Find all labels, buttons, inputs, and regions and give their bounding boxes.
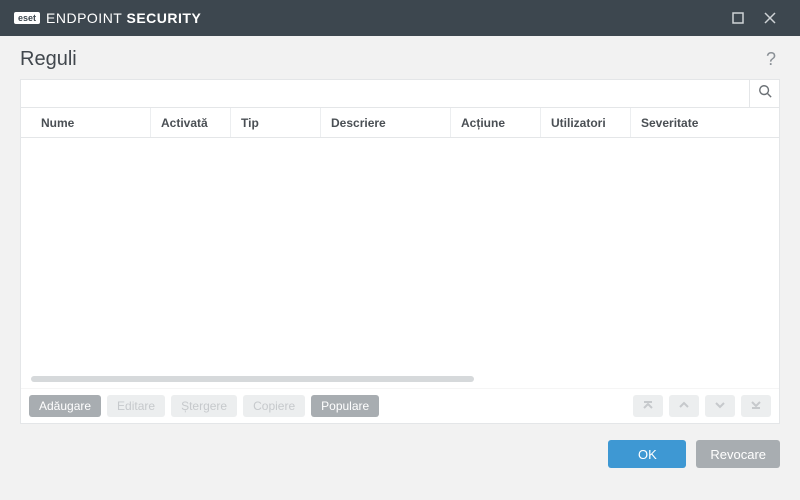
table-body [21, 138, 779, 388]
rules-toolbar: Adăugare Editare Ștergere Copiere Popula… [21, 388, 779, 423]
table-header: Nume Activată Tip Descriere Acțiune Util… [21, 108, 779, 138]
chevron-down-icon [714, 399, 726, 414]
move-top-button [633, 395, 663, 417]
move-up-button [669, 395, 699, 417]
col-descriere[interactable]: Descriere [321, 108, 451, 137]
page-header: Reguli ? [0, 36, 800, 79]
search-button[interactable] [749, 80, 779, 107]
col-severitate[interactable]: Severitate [631, 108, 779, 137]
window-close-icon[interactable] [754, 0, 786, 36]
cancel-button[interactable]: Revocare [696, 440, 780, 468]
titlebar: eset ENDPOINT SECURITY [0, 0, 800, 36]
ok-button[interactable]: OK [608, 440, 686, 468]
delete-button: Ștergere [171, 395, 237, 417]
search-input[interactable] [21, 80, 749, 107]
hscroll-track[interactable] [31, 376, 769, 382]
hscroll-thumb[interactable] [31, 376, 474, 382]
help-icon[interactable]: ? [762, 49, 780, 70]
col-tip[interactable]: Tip [231, 108, 321, 137]
page-title: Reguli [20, 48, 77, 71]
copy-button: Copiere [243, 395, 305, 417]
rules-panel: Nume Activată Tip Descriere Acțiune Util… [20, 79, 780, 424]
brand-product-light: ENDPOINT [46, 10, 126, 26]
chevron-double-up-icon [642, 399, 654, 414]
brand-product-bold: SECURITY [127, 10, 202, 26]
move-down-button [705, 395, 735, 417]
window-maximize-icon[interactable] [722, 0, 754, 36]
move-bottom-button [741, 395, 771, 417]
col-activata[interactable]: Activată [151, 108, 231, 137]
populate-button[interactable]: Populare [311, 395, 379, 417]
edit-button: Editare [107, 395, 165, 417]
brand: eset ENDPOINT SECURITY [14, 10, 201, 26]
chevron-up-icon [678, 399, 690, 414]
search-icon [758, 84, 772, 103]
dialog-footer: OK Revocare [0, 424, 800, 468]
add-button[interactable]: Adăugare [29, 395, 101, 417]
col-actiune[interactable]: Acțiune [451, 108, 541, 137]
brand-product: ENDPOINT SECURITY [46, 10, 201, 26]
chevron-double-down-icon [750, 399, 762, 414]
search-bar [21, 80, 779, 108]
brand-logo: eset [14, 12, 40, 24]
col-utilizatori[interactable]: Utilizatori [541, 108, 631, 137]
col-nume[interactable]: Nume [21, 108, 151, 137]
